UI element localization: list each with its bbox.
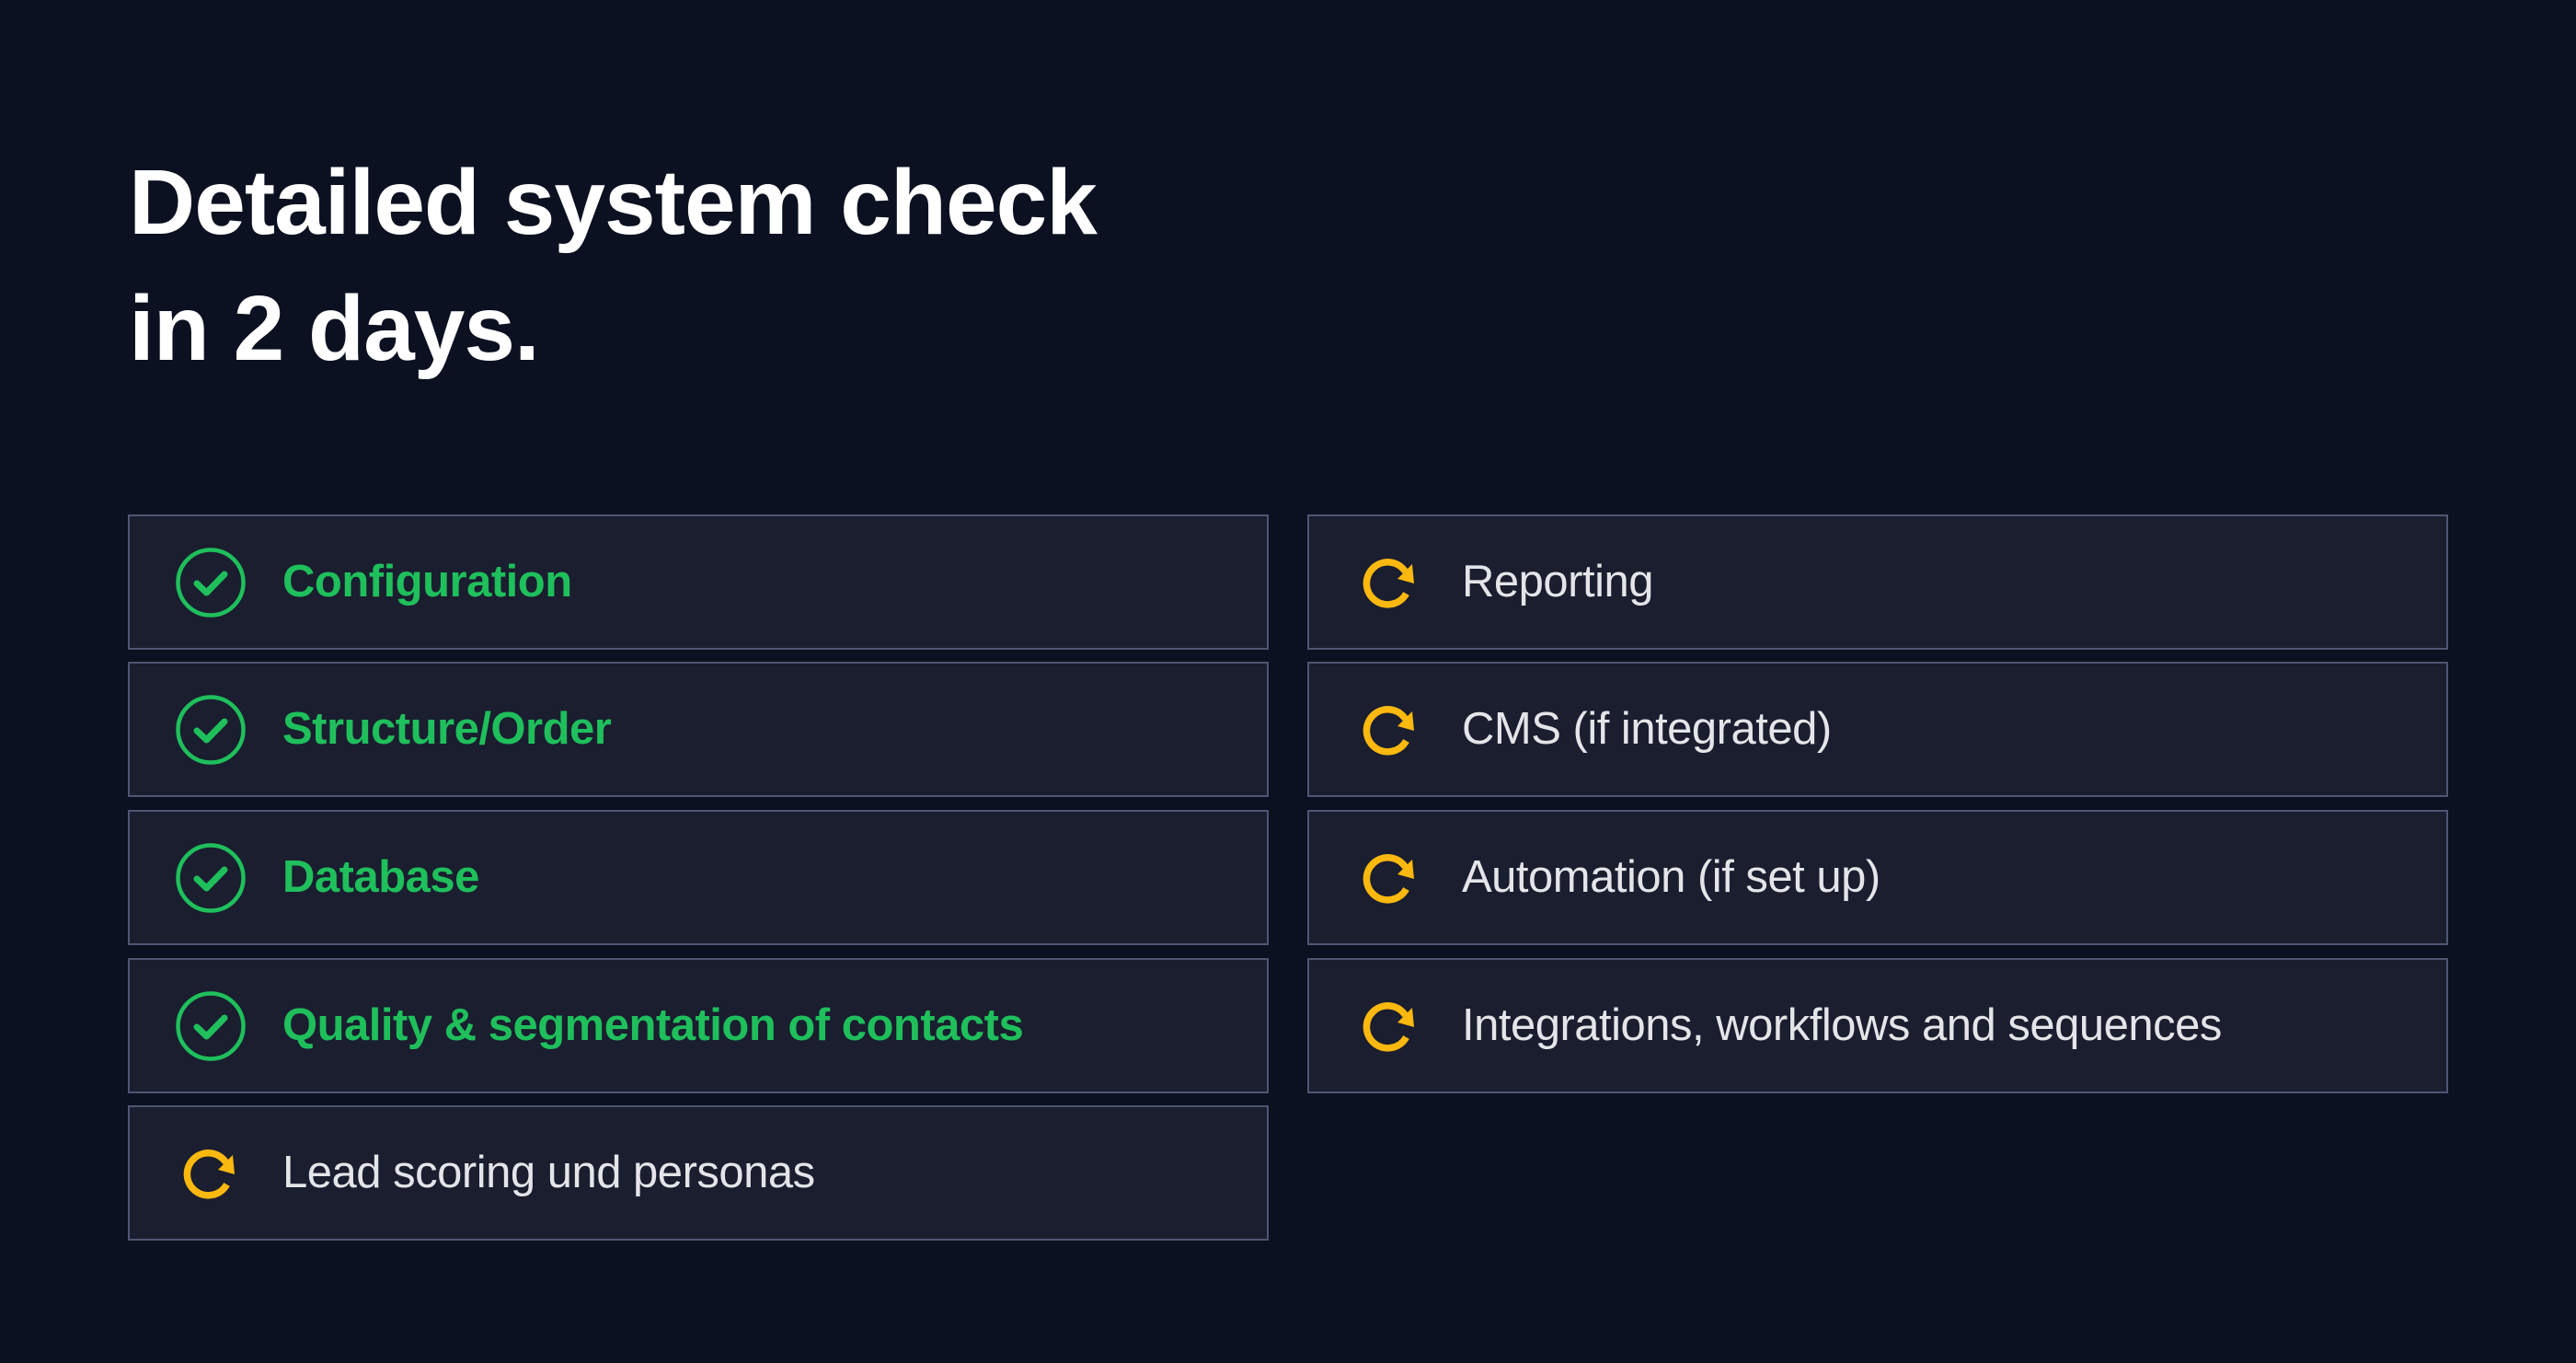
refresh-icon [1353,693,1427,767]
checklist-item-configuration: Configuration [128,514,1269,650]
refresh-icon [174,1137,247,1210]
checklist-item-label: Quality & segmentation of contacts [282,999,1024,1050]
checklist-item-structure-order: Structure/Order [128,662,1269,797]
checklist-item-label: CMS (if integrated) [1462,703,1832,754]
check-circle-icon [174,841,247,915]
checklist-item-database: Database [128,810,1269,945]
checklist-item-label: Database [282,851,479,902]
checklist-item-cms: CMS (if integrated) [1307,662,2448,797]
checklist-item-label: Integrations, workflows and sequences [1462,999,2222,1050]
checklist-item-label: Reporting [1462,556,1653,606]
page-title: Detailed system check in 2 days. [129,140,1098,392]
checklist-item-lead-scoring: Lead scoring und personas [128,1105,1269,1241]
checklist-item-automation: Automation (if set up) [1307,810,2448,945]
checklist-item-quality-segmentation: Quality & segmentation of contacts [128,958,1269,1093]
checklist-item-label: Lead scoring und personas [282,1147,815,1197]
checklist-item-integrations: Integrations, workflows and sequences [1307,958,2448,1093]
check-circle-icon [174,693,247,767]
title-line-1: Detailed system check [129,151,1098,254]
checklist-item-label: Structure/Order [282,703,612,754]
checklist-item-reporting: Reporting [1307,514,2448,650]
check-circle-icon [174,989,247,1063]
refresh-icon [1353,546,1427,619]
checklist-item-label: Automation (if set up) [1462,851,1880,902]
checklist-item-label: Configuration [282,556,572,606]
title-line-2: in 2 days. [129,277,540,380]
refresh-icon [1353,841,1427,915]
refresh-icon [1353,989,1427,1063]
check-circle-icon [174,546,247,619]
